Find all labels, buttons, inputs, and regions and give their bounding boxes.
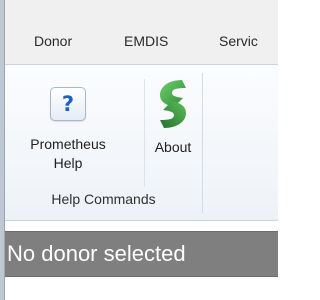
content-area (5, 277, 278, 300)
tab-emdis[interactable]: EMDIS (124, 33, 168, 49)
prometheus-help-label: Prometheus Help (30, 135, 105, 173)
donor-status-text: No donor selected (7, 241, 186, 266)
help-question-icon: ? (50, 87, 86, 121)
tab-services[interactable]: Servic (219, 33, 258, 49)
group-divider (202, 73, 203, 213)
tab-donor[interactable]: Donor (34, 33, 72, 49)
prometheus-help-label-line2: Help (53, 155, 83, 171)
prometheus-help-button[interactable]: ? Prometheus Help (16, 77, 120, 173)
application: Donor EMDIS Servic ? Prometheus Help Abo… (5, 0, 278, 300)
prometheus-help-label-line1: Prometheus (30, 136, 106, 152)
group-label-help-commands: Help Commands (51, 191, 156, 207)
green-s-logo-icon (160, 80, 186, 128)
about-button[interactable]: About (145, 77, 201, 157)
help-question-glyph: ? (61, 92, 75, 116)
about-label: About (154, 139, 192, 155)
help-commands-group: ? Prometheus Help About Help Commands (5, 65, 202, 221)
donor-status-header: No donor selected (5, 231, 278, 277)
ribbon-panel: ? Prometheus Help About Help Commands (5, 64, 278, 221)
ribbon-tab-bar: Donor EMDIS Servic (5, 0, 278, 64)
